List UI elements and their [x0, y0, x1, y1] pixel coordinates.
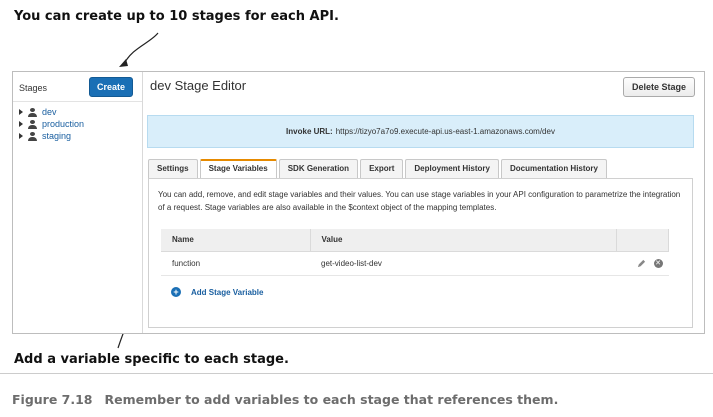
stage-item-dev[interactable]: dev [19, 106, 136, 118]
stage-icon [28, 131, 37, 141]
figure-caption-text: Remember to add variables to each stage … [104, 392, 559, 407]
delete-stage-button[interactable]: Delete Stage [623, 77, 695, 97]
figure-caption: Figure 7.18 Remember to add variables to … [12, 392, 558, 407]
arrow-to-create [123, 32, 159, 65]
variable-value: get-video-list-dev [310, 251, 616, 276]
annotation-add-variable: Add a variable specific to each stage. [14, 352, 289, 367]
page-title: dev Stage Editor [150, 78, 247, 93]
stage-variables-panel: You can add, remove, and edit stage vari… [148, 178, 693, 328]
stage-editor: dev Stage Editor Delete Stage Invoke URL… [144, 72, 704, 333]
add-stage-variable-label: Add Stage Variable [191, 287, 264, 297]
stage-icon [28, 119, 37, 129]
stage-item-production[interactable]: production [19, 118, 136, 130]
tab-documentation-history[interactable]: Documentation History [500, 159, 607, 178]
stage-label: dev [42, 107, 57, 117]
plus-icon: + [171, 287, 181, 297]
tab-stage-variables[interactable]: Stage Variables [199, 159, 277, 178]
remove-icon[interactable]: ✕ [653, 258, 663, 268]
column-header-name: Name [161, 229, 311, 252]
pencil-icon[interactable] [637, 259, 646, 268]
sidebar-header: Stages Create [13, 72, 142, 102]
table-header-row: Name Value [161, 229, 669, 252]
caret-right-icon[interactable] [19, 109, 23, 115]
panel-description: You can add, remove, and edit stage vari… [158, 190, 681, 212]
stage-label: staging [42, 131, 72, 141]
stage-item-staging[interactable]: staging [19, 130, 136, 142]
sidebar-title: Stages [19, 83, 48, 93]
caret-right-icon[interactable] [19, 121, 23, 127]
add-stage-variable-button[interactable]: + Add Stage Variable [171, 287, 263, 297]
stage-list: dev production staging [13, 102, 142, 146]
stage-label: production [42, 119, 85, 129]
caret-right-icon[interactable] [19, 133, 23, 139]
stages-sidebar: Stages Create dev production staging [13, 72, 143, 333]
create-stage-button[interactable]: Create [89, 77, 133, 97]
api-gateway-console: Stages Create dev production staging dev… [12, 71, 705, 334]
stage-variables-table: Name Value function get-video-list-dev ✕ [161, 229, 669, 276]
invoke-url-label: Invoke URL: [286, 127, 333, 136]
stage-tabs: Settings Stage Variables SDK Generation … [148, 159, 609, 178]
variable-name: function [161, 251, 310, 276]
column-header-value: Value [310, 229, 617, 252]
figure-number: Figure 7.18 [12, 392, 93, 407]
table-row[interactable]: function get-video-list-dev ✕ [161, 251, 669, 276]
caption-divider [0, 373, 713, 374]
tab-export[interactable]: Export [360, 159, 404, 178]
invoke-url-banner: Invoke URL: https://tizyo7a7o9.execute-a… [147, 115, 694, 148]
tab-deployment-history[interactable]: Deployment History [405, 159, 499, 178]
stage-icon [28, 107, 37, 117]
arrowhead-create [119, 59, 128, 67]
tab-sdk-generation[interactable]: SDK Generation [278, 159, 359, 178]
row-actions: ✕ [616, 251, 669, 276]
tab-settings[interactable]: Settings [148, 159, 198, 178]
invoke-url-link[interactable]: https://tizyo7a7o9.execute-api.us-east-1… [336, 127, 555, 136]
column-header-actions [616, 229, 669, 252]
annotation-stages-limit: You can create up to 10 stages for each … [14, 9, 339, 24]
